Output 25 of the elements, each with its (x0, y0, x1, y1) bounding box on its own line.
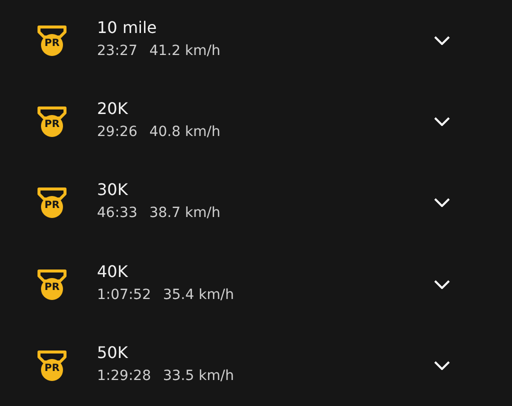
record-title: 20K (97, 98, 128, 120)
chevron-down-icon[interactable] (434, 36, 450, 46)
record-time: 1:07:52 (97, 286, 151, 305)
record-speed: 40.8 km/h (149, 123, 220, 142)
record-title: 30K (97, 179, 128, 202)
record-row[interactable]: PR 20K 29:26 40.8 km/h (0, 81, 512, 162)
record-time: 29:26 (97, 123, 138, 142)
record-time: 23:27 (97, 42, 138, 62)
record-title: 50K (97, 342, 128, 364)
record-speed: 35.4 km/h (162, 286, 234, 305)
chevron-down-icon[interactable] (434, 117, 450, 126)
record-time: 1:29:28 (97, 366, 151, 386)
chevron-down-icon[interactable] (434, 198, 450, 208)
record-row[interactable]: PR 40K 1:07:52 35.4 km/h (0, 244, 512, 325)
record-speed: 38.7 km/h (149, 204, 220, 224)
chevron-down-icon[interactable] (434, 360, 450, 370)
record-title: 10 mile (97, 17, 157, 40)
record-speed: 33.5 km/h (162, 366, 234, 386)
record-time: 46:33 (97, 204, 138, 224)
record-row[interactable]: PR 30K 46:33 38.7 km/h (0, 162, 512, 244)
record-speed: 41.2 km/h (149, 42, 220, 62)
record-title: 40K (97, 260, 128, 283)
record-row[interactable]: PR 10 mile 23:27 41.2 km/h (0, 0, 512, 82)
chevron-down-icon[interactable] (434, 280, 450, 289)
record-row[interactable]: PR 50K 1:29:28 33.5 km/h (0, 324, 512, 406)
